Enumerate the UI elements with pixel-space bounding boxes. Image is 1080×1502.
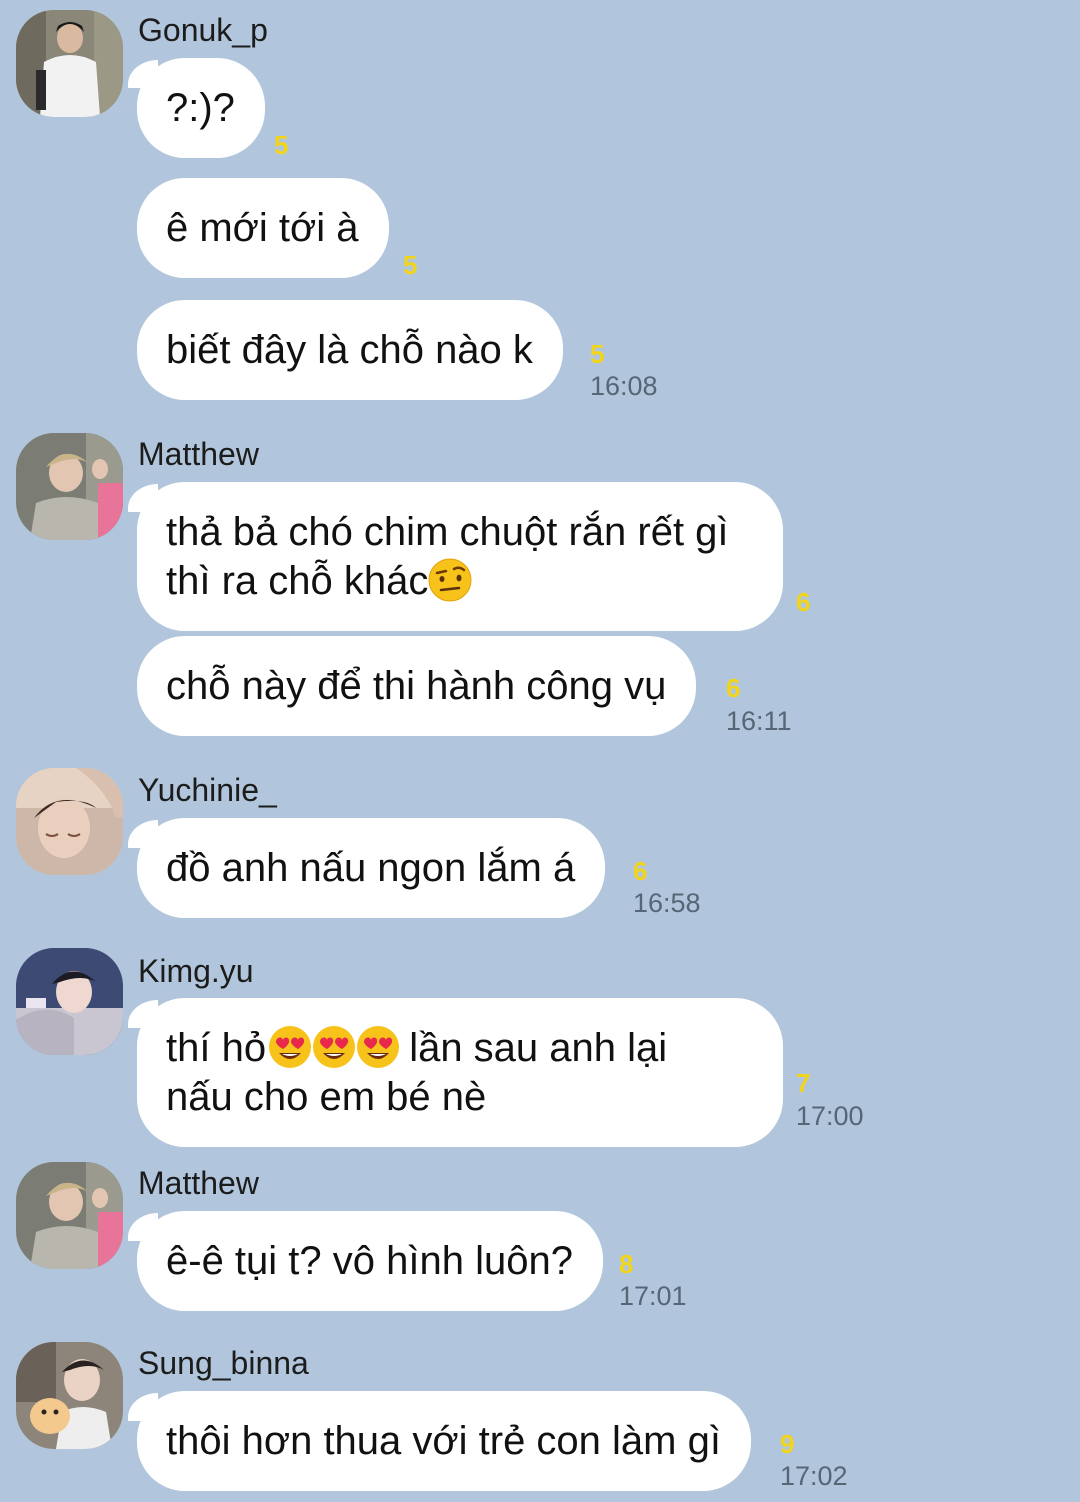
- sender-name: Kimg.yu: [138, 953, 254, 989]
- message-text-line: nấu cho em bé nè: [166, 1075, 487, 1119]
- sender-name: Gonuk_p: [138, 12, 268, 48]
- sender-name: Matthew: [138, 1165, 259, 1201]
- sender-name: Matthew: [138, 436, 259, 472]
- avatar-gonuk-p[interactable]: [16, 10, 123, 117]
- profile-photo-icon: [16, 1162, 123, 1269]
- message-text: ê-ê tụi t? vô hình luôn?: [166, 1239, 573, 1283]
- heart-eyes-emoji-icon: [354, 1025, 400, 1069]
- message-text-line: thì ra chỗ khác: [166, 559, 429, 603]
- message-text-line: thả bả chó chim chuột rắn rết gì: [166, 510, 729, 554]
- avatar-kimg-yu[interactable]: [16, 948, 123, 1055]
- profile-photo-icon: [16, 433, 123, 540]
- read-count: 6: [726, 673, 741, 703]
- message-text: biết đây là chỗ nào k: [166, 328, 533, 372]
- timestamp: 17:00: [796, 1101, 864, 1131]
- profile-photo-icon: [16, 10, 123, 117]
- read-count: 5: [274, 130, 289, 160]
- avatar-sung-binna[interactable]: [16, 1342, 123, 1449]
- avatar-yuchinie[interactable]: [16, 768, 123, 875]
- message-text: ê mới tới à: [166, 206, 359, 250]
- sender-name: Sung_binna: [138, 1345, 309, 1381]
- sender-name: Yuchinie_: [138, 772, 277, 808]
- message-bubble[interactable]: ê-ê tụi t? vô hình luôn?: [137, 1211, 603, 1311]
- read-count: 6: [633, 856, 648, 886]
- timestamp: 17:01: [619, 1281, 687, 1311]
- message-text: chỗ này để thi hành công vụ: [166, 664, 667, 708]
- avatar-matthew[interactable]: [16, 1162, 123, 1269]
- read-count: 9: [780, 1429, 795, 1459]
- profile-photo-icon: [16, 1342, 123, 1449]
- timestamp: 16:08: [590, 371, 658, 401]
- read-count: 8: [619, 1249, 634, 1279]
- message-bubble[interactable]: thôi hơn thua với trẻ con làm gì: [137, 1391, 751, 1491]
- message-bubble[interactable]: ?:)?: [137, 58, 265, 158]
- avatar-matthew[interactable]: [16, 433, 123, 540]
- message-text: thôi hơn thua với trẻ con làm gì: [166, 1419, 721, 1463]
- timestamp: 16:58: [633, 888, 701, 918]
- message-text-line: thí hỏ: [166, 1026, 267, 1070]
- read-count: 6: [796, 587, 811, 617]
- profile-photo-icon: [16, 768, 123, 875]
- chat-message-list[interactable]: Gonuk_p ?:)? 5 ê mới tới à 5 biết đây là…: [0, 0, 1080, 1502]
- timestamp: 16:11: [726, 706, 792, 736]
- raised-eyebrow-emoji-icon: [428, 558, 472, 602]
- read-count: 5: [403, 250, 418, 280]
- message-bubble[interactable]: biết đây là chỗ nào k: [137, 300, 563, 400]
- message-bubble[interactable]: đồ anh nấu ngon lắm á: [137, 818, 606, 918]
- read-count: 5: [590, 339, 605, 369]
- read-count: 7: [796, 1068, 811, 1098]
- timestamp: 17:02: [780, 1461, 848, 1491]
- message-text: ?:)?: [166, 86, 235, 130]
- message-bubble[interactable]: thí hỏ lần sau anh lại nấu cho em bé nè: [137, 998, 783, 1147]
- message-bubble[interactable]: chỗ này để thi hành công vụ: [137, 636, 697, 736]
- heart-eyes-emoji-icon: [310, 1025, 356, 1069]
- profile-photo-icon: [16, 948, 123, 1055]
- message-bubble[interactable]: thả bả chó chim chuột rắn rết gì thì ra …: [137, 482, 783, 631]
- message-text-line: lần sau anh lại: [398, 1026, 668, 1070]
- message-text: đồ anh nấu ngon lắm á: [166, 846, 576, 890]
- heart-eyes-emoji-icon: [266, 1025, 312, 1069]
- message-bubble[interactable]: ê mới tới à: [137, 178, 389, 278]
